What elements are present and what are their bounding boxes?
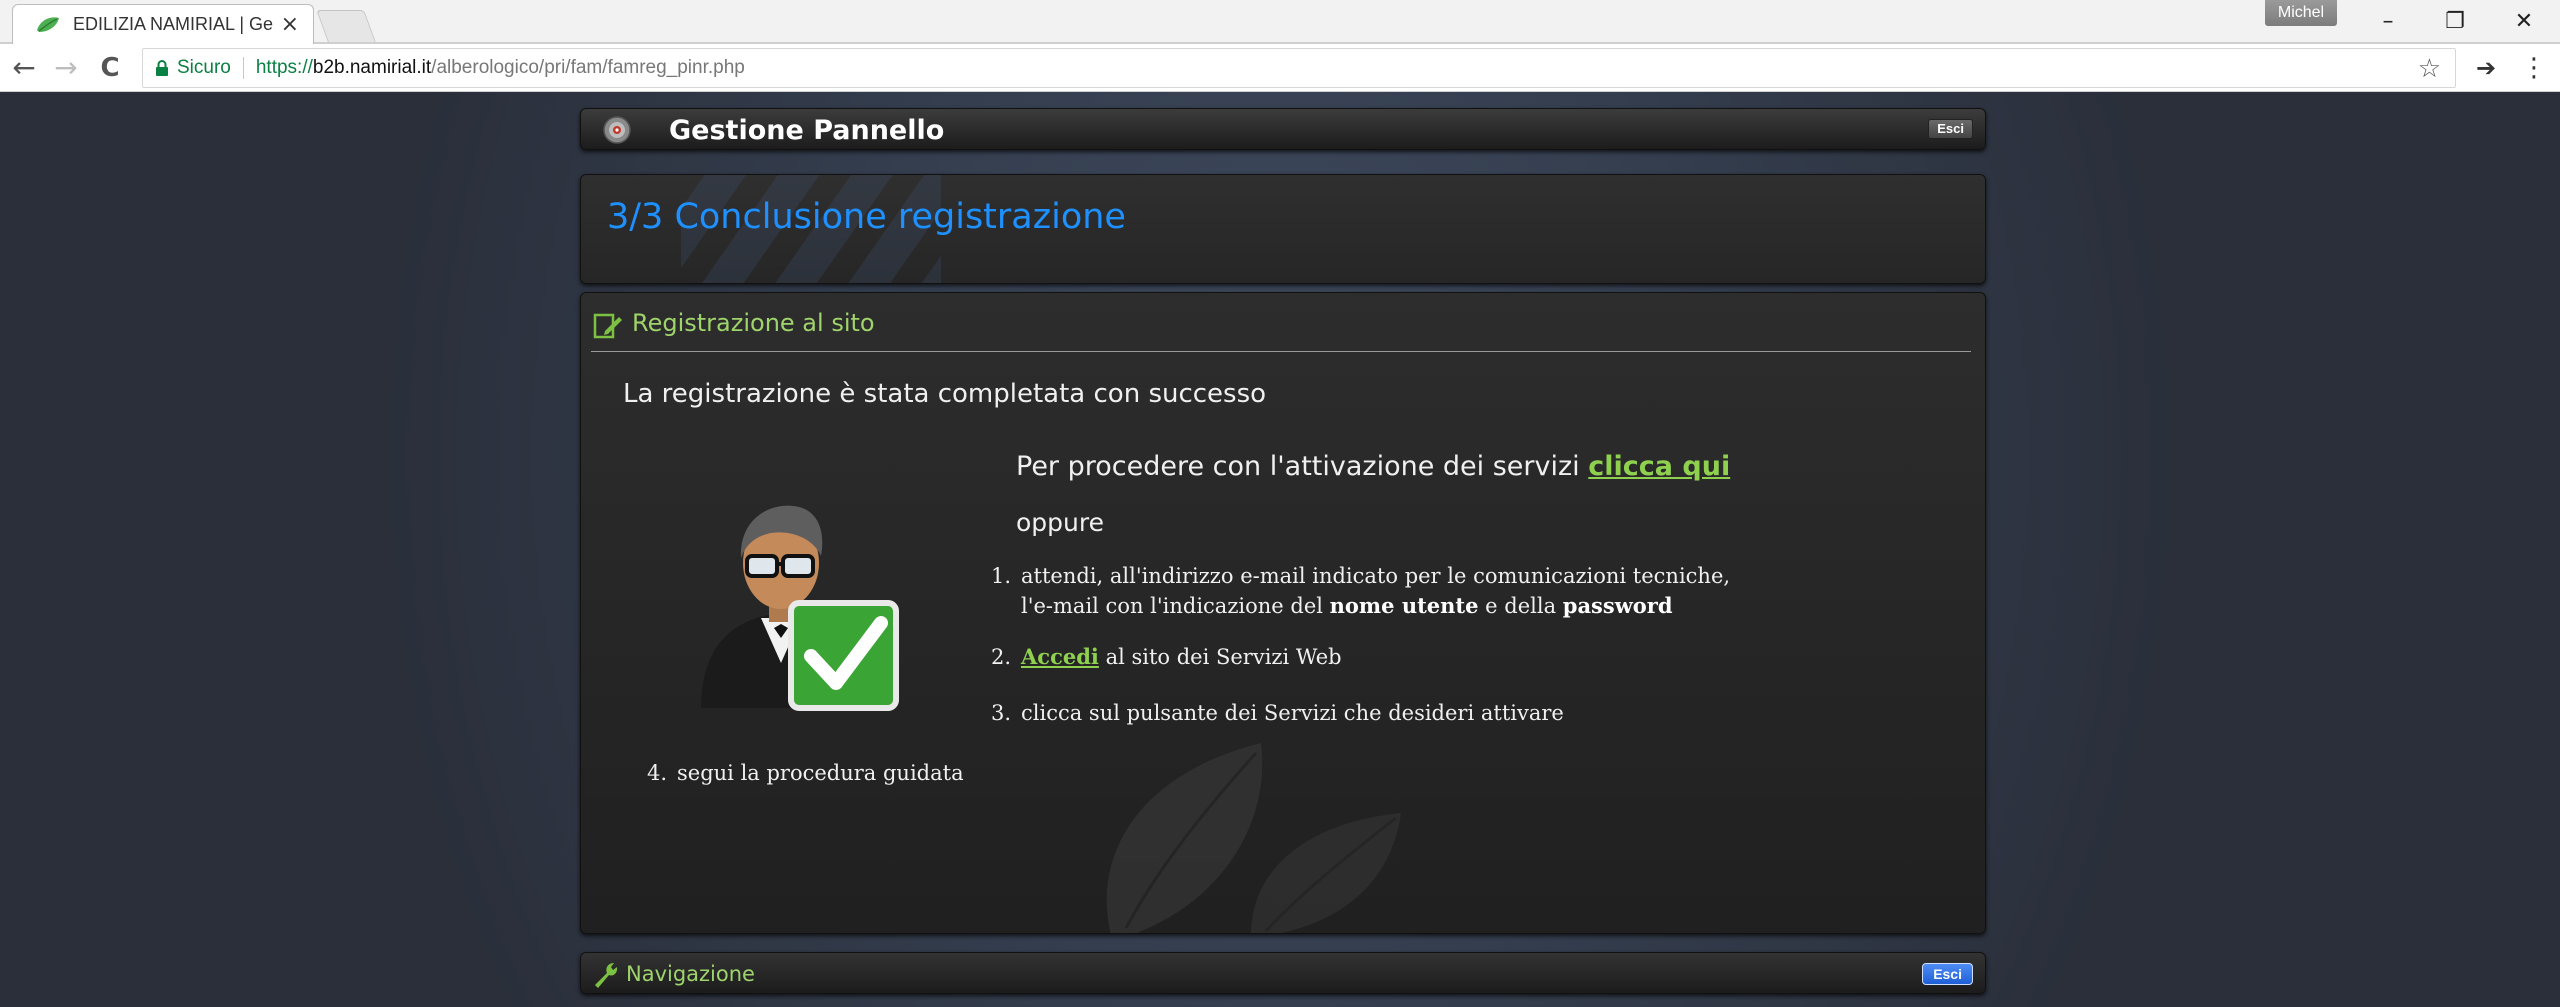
window-close-icon[interactable]: ✕ — [2494, 4, 2554, 40]
logout-button-bottom[interactable]: Esci — [1922, 963, 1973, 985]
clicca-qui-link[interactable]: clicca qui — [1588, 451, 1730, 482]
step-1-line2-mid: e della — [1478, 594, 1563, 618]
lock-icon — [156, 60, 168, 76]
forward-arrow-icon[interactable]: → — [48, 50, 84, 86]
url-path: /alberologico/pri/fam/famreg_pinr.php — [431, 57, 745, 78]
leaf-favicon-icon — [37, 16, 59, 32]
menu-dots-icon[interactable]: ⋮ — [2516, 50, 2552, 86]
step-3-text: clicca sul pulsante dei Servizi che desi… — [1021, 701, 1564, 725]
navigation-bar: Navigazione Esci — [580, 952, 1986, 994]
reload-icon[interactable]: C — [92, 50, 128, 86]
step-panel: 3/3 Conclusione registrazione — [580, 174, 1986, 284]
step-number: 1. — [991, 564, 1012, 588]
address-separator — [242, 57, 244, 79]
navigation-title: Navigazione — [626, 962, 755, 986]
proceed-instruction: Per procedere con l'attivazione dei serv… — [1016, 451, 1730, 482]
step-1-bold-password: password — [1562, 593, 1673, 618]
step-title: 3/3 Conclusione registrazione — [607, 197, 1126, 237]
logout-button-top[interactable]: Esci — [1928, 119, 1973, 139]
edit-form-icon — [593, 313, 622, 339]
success-heading: La registrazione è stata completata con … — [623, 379, 1267, 409]
new-tab-button[interactable] — [316, 10, 376, 42]
secure-label: Sicuro — [177, 57, 231, 78]
section-title: Registrazione al sito — [632, 309, 875, 337]
address-bar[interactable]: Sicuro https:// b2b.namirial.it /alberol… — [142, 48, 2456, 88]
step-1-line1: attendi, all'indirizzo e-mail indicato p… — [1021, 564, 1731, 588]
profile-button[interactable]: Michel — [2265, 0, 2337, 26]
page-title: Gestione Pannello — [669, 115, 945, 146]
step-2-text: al sito dei Servizi Web — [1098, 645, 1342, 669]
accedi-link[interactable]: Accedi — [1021, 644, 1099, 669]
step-1-bold-username: nome utente — [1329, 593, 1479, 618]
page-background: Gestione Pannello Esci 3/3 Conclusione r… — [0, 92, 2560, 1007]
user-check-illustration-icon — [701, 505, 899, 711]
share-arrow-icon[interactable]: ➔ — [2468, 50, 2504, 86]
url-scheme: https:// — [255, 57, 313, 78]
step-item-2: 2. Accedi al sito dei Servizi Web — [991, 642, 1342, 672]
oppure-label: oppure — [1016, 508, 1104, 537]
tab-close-icon[interactable]: × — [281, 12, 299, 37]
step-number: 3. — [991, 701, 1012, 725]
proceed-text: Per procedere con l'attivazione dei serv… — [1016, 451, 1589, 482]
header-bar: Gestione Pannello Esci — [580, 108, 1986, 150]
back-arrow-icon[interactable]: ← — [6, 50, 42, 86]
step-4-text: segui la procedura guidata — [677, 761, 964, 785]
step-item-1: 1. attendi, all'indirizzo e-mail indicato… — [991, 561, 1730, 621]
target-logo-icon — [603, 116, 631, 144]
step-number: 2. — [991, 645, 1012, 669]
step-item-4: 4. segui la procedura guidata — [647, 758, 964, 788]
registration-panel: Registrazione al sito La registrazione è… — [580, 292, 1986, 934]
tab-title: EDILIZIA NAMIRIAL | Ges — [73, 14, 273, 34]
step-item-3: 3. clicca sul pulsante dei Servizi che de… — [991, 698, 1564, 728]
browser-toolbar: ← → C Sicuro https:// b2b.namirial.it /a… — [0, 44, 2560, 92]
wrench-icon — [595, 963, 618, 988]
browser-tab-active[interactable]: EDILIZIA NAMIRIAL | Ges × — [12, 4, 314, 44]
step-1-line2-pre: l'e-mail con l'indicazione del — [1021, 594, 1330, 618]
leaf-watermark-icon — [1106, 743, 1401, 933]
section-divider — [591, 351, 1971, 352]
bookmark-star-icon[interactable]: ☆ — [2418, 53, 2441, 84]
step-number: 4. — [647, 761, 668, 785]
restore-icon[interactable]: ❐ — [2425, 4, 2485, 40]
url-host: b2b.namirial.it — [312, 57, 432, 78]
minimize-icon[interactable]: – — [2358, 4, 2418, 40]
browser-tab-strip: EDILIZIA NAMIRIAL | Ges × Michel – ❐ ✕ — [0, 0, 2560, 44]
